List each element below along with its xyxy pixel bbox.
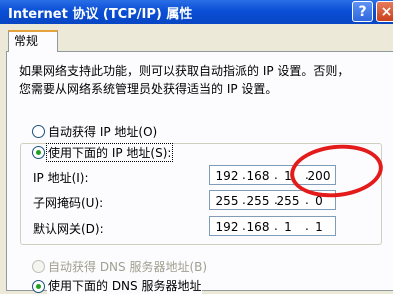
subnet-octet-2[interactable]: 255: [244, 194, 272, 208]
ip-octet-2[interactable]: 168: [244, 169, 272, 183]
subnet-mask-label: 子网掩码(U):: [33, 196, 104, 210]
manual-ip-radio[interactable]: [32, 146, 45, 159]
manual-ip-label[interactable]: 使用下面的 IP 地址(S):: [46, 143, 174, 162]
gateway-octet-3[interactable]: 1: [274, 220, 302, 234]
ip-address-label: IP 地址(I):: [33, 171, 89, 185]
subnet-octet-3[interactable]: 255: [274, 194, 302, 208]
manual-dns-label[interactable]: 使用下面的 DNS 服务器地址: [47, 277, 203, 294]
auto-dns-radio[interactable]: [32, 260, 45, 273]
description-line-2: 您需要从网络系统管理员处获得适当的 IP 设置。: [19, 82, 278, 96]
description-line-1: 如果网络支持此功能，则可以获取自动指派的 IP 设置。否则，: [19, 64, 350, 78]
tab-general[interactable]: 常规: [8, 30, 58, 52]
manual-dns-radio[interactable]: [32, 280, 45, 293]
default-gateway-input[interactable]: 192 . 168 . 1 . 1: [209, 216, 336, 236]
help-button[interactable]: ?: [352, 1, 373, 22]
radio-selected-dot: [36, 150, 41, 155]
ip-octet-1[interactable]: 192: [213, 169, 241, 183]
auto-ip-label[interactable]: 自动获得 IP 地址(O): [47, 123, 159, 140]
default-gateway-label: 默认网关(D):: [33, 222, 104, 236]
gateway-octet-1[interactable]: 192: [213, 220, 241, 234]
title-bar: Internet 协议 (TCP/IP) 属性 ? ×: [0, 0, 393, 24]
auto-ip-radio[interactable]: [32, 125, 45, 138]
gateway-octet-2[interactable]: 168: [244, 220, 272, 234]
auto-dns-label[interactable]: 自动获得 DNS 服务器地址(B): [47, 258, 209, 275]
gateway-octet-4[interactable]: 1: [305, 220, 333, 234]
close-button[interactable]: ×: [376, 1, 393, 22]
subnet-octet-1[interactable]: 255: [213, 194, 241, 208]
window-title: Internet 协议 (TCP/IP) 属性: [8, 7, 193, 22]
